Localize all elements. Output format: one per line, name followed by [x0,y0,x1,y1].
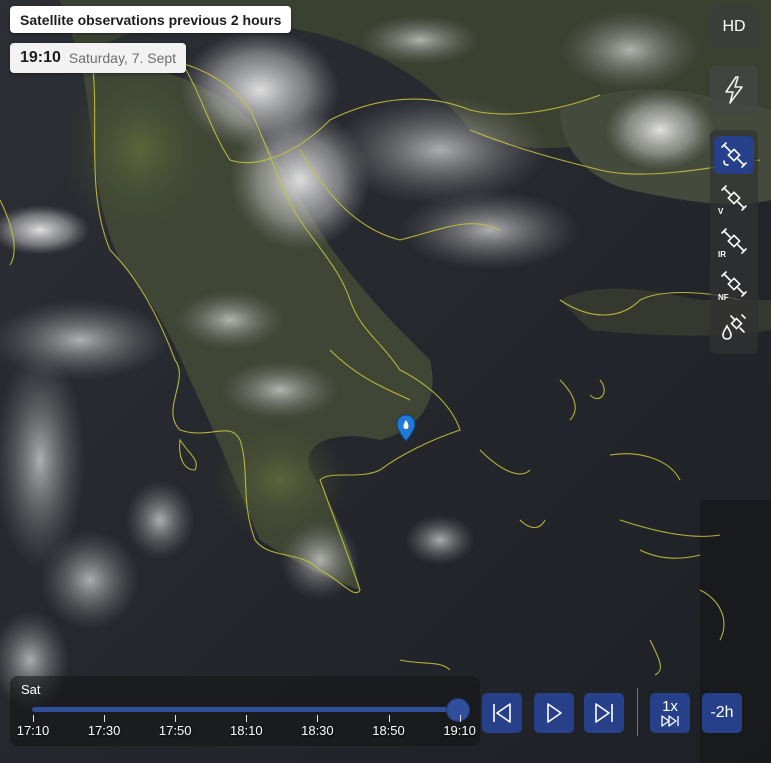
time-range-label: -2h [710,704,734,721]
speed-label: 1x [662,698,678,715]
time-range-button[interactable]: -2h [702,693,742,733]
layer-satellite-natural[interactable] [714,136,754,174]
layer-badge-ir: IR [718,250,726,259]
layer-satellite-visible[interactable]: V [714,179,754,217]
timeline-tick-label[interactable]: 18:30 [295,723,339,738]
satellite-layer-panel: V IR NF [710,130,758,354]
map-title: Satellite observations previous 2 hours [10,6,292,33]
timeline-tick [104,715,106,722]
layer-badge-v: V [718,207,724,216]
timeline-tick-label[interactable]: 18:50 [367,723,411,738]
current-time-display: 19:10 Saturday, 7. Sept [10,43,187,73]
timeline-handle[interactable] [446,698,470,722]
timeline-tick-label[interactable]: 17:50 [153,723,197,738]
hd-label: HD [722,18,746,35]
controls-divider [637,688,638,736]
satellite-icon [721,185,747,211]
layer-badge-nf: NF [718,293,729,302]
timeline-track[interactable] [32,707,458,712]
timeline-tick [175,715,177,722]
layer-satellite-infrared[interactable]: IR [714,222,754,260]
satellite-map[interactable] [0,0,771,763]
speed-button[interactable]: 1x [650,693,690,733]
hd-toggle-button[interactable]: HD [710,6,758,48]
timeline-tick-label[interactable]: 17:10 [11,723,55,738]
timeline-tick-label[interactable]: 17:30 [82,723,126,738]
layer-satellite-nf[interactable]: NF [714,265,754,303]
timeline-tick [388,715,390,722]
timeline-day: Sat [21,682,41,697]
current-date: Saturday, 7. Sept [68,50,177,66]
bolt-icon [725,76,743,104]
timeline-tick [246,715,248,722]
skip-forward-icon [595,703,613,723]
timeline-tick [459,715,461,722]
timeline-panel: Sat 17:10 17:30 17:50 18:10 18:30 18:50 19:10 [10,676,480,746]
timeline-tick [317,715,319,722]
location-marker-icon[interactable] [396,414,416,442]
skip-back-icon [493,703,511,723]
lightning-toggle-button[interactable] [710,66,758,114]
fast-forward-icon [661,715,679,727]
play-button[interactable] [534,693,574,733]
satellite-icon [721,142,747,168]
skip-forward-button[interactable] [584,693,624,733]
skip-back-button[interactable] [482,693,522,733]
satellite-drop-icon [722,314,746,340]
play-icon [547,703,562,723]
timeline-tick-label[interactable]: 19:10 [438,723,482,738]
layer-satellite-precipitation[interactable] [714,308,754,346]
satellite-image [0,0,771,763]
timeline-tick-label[interactable]: 18:10 [224,723,268,738]
timeline-tick [33,715,34,722]
current-time: 19:10 [20,49,61,66]
map-title-text: Satellite observations previous 2 hours [20,11,282,28]
